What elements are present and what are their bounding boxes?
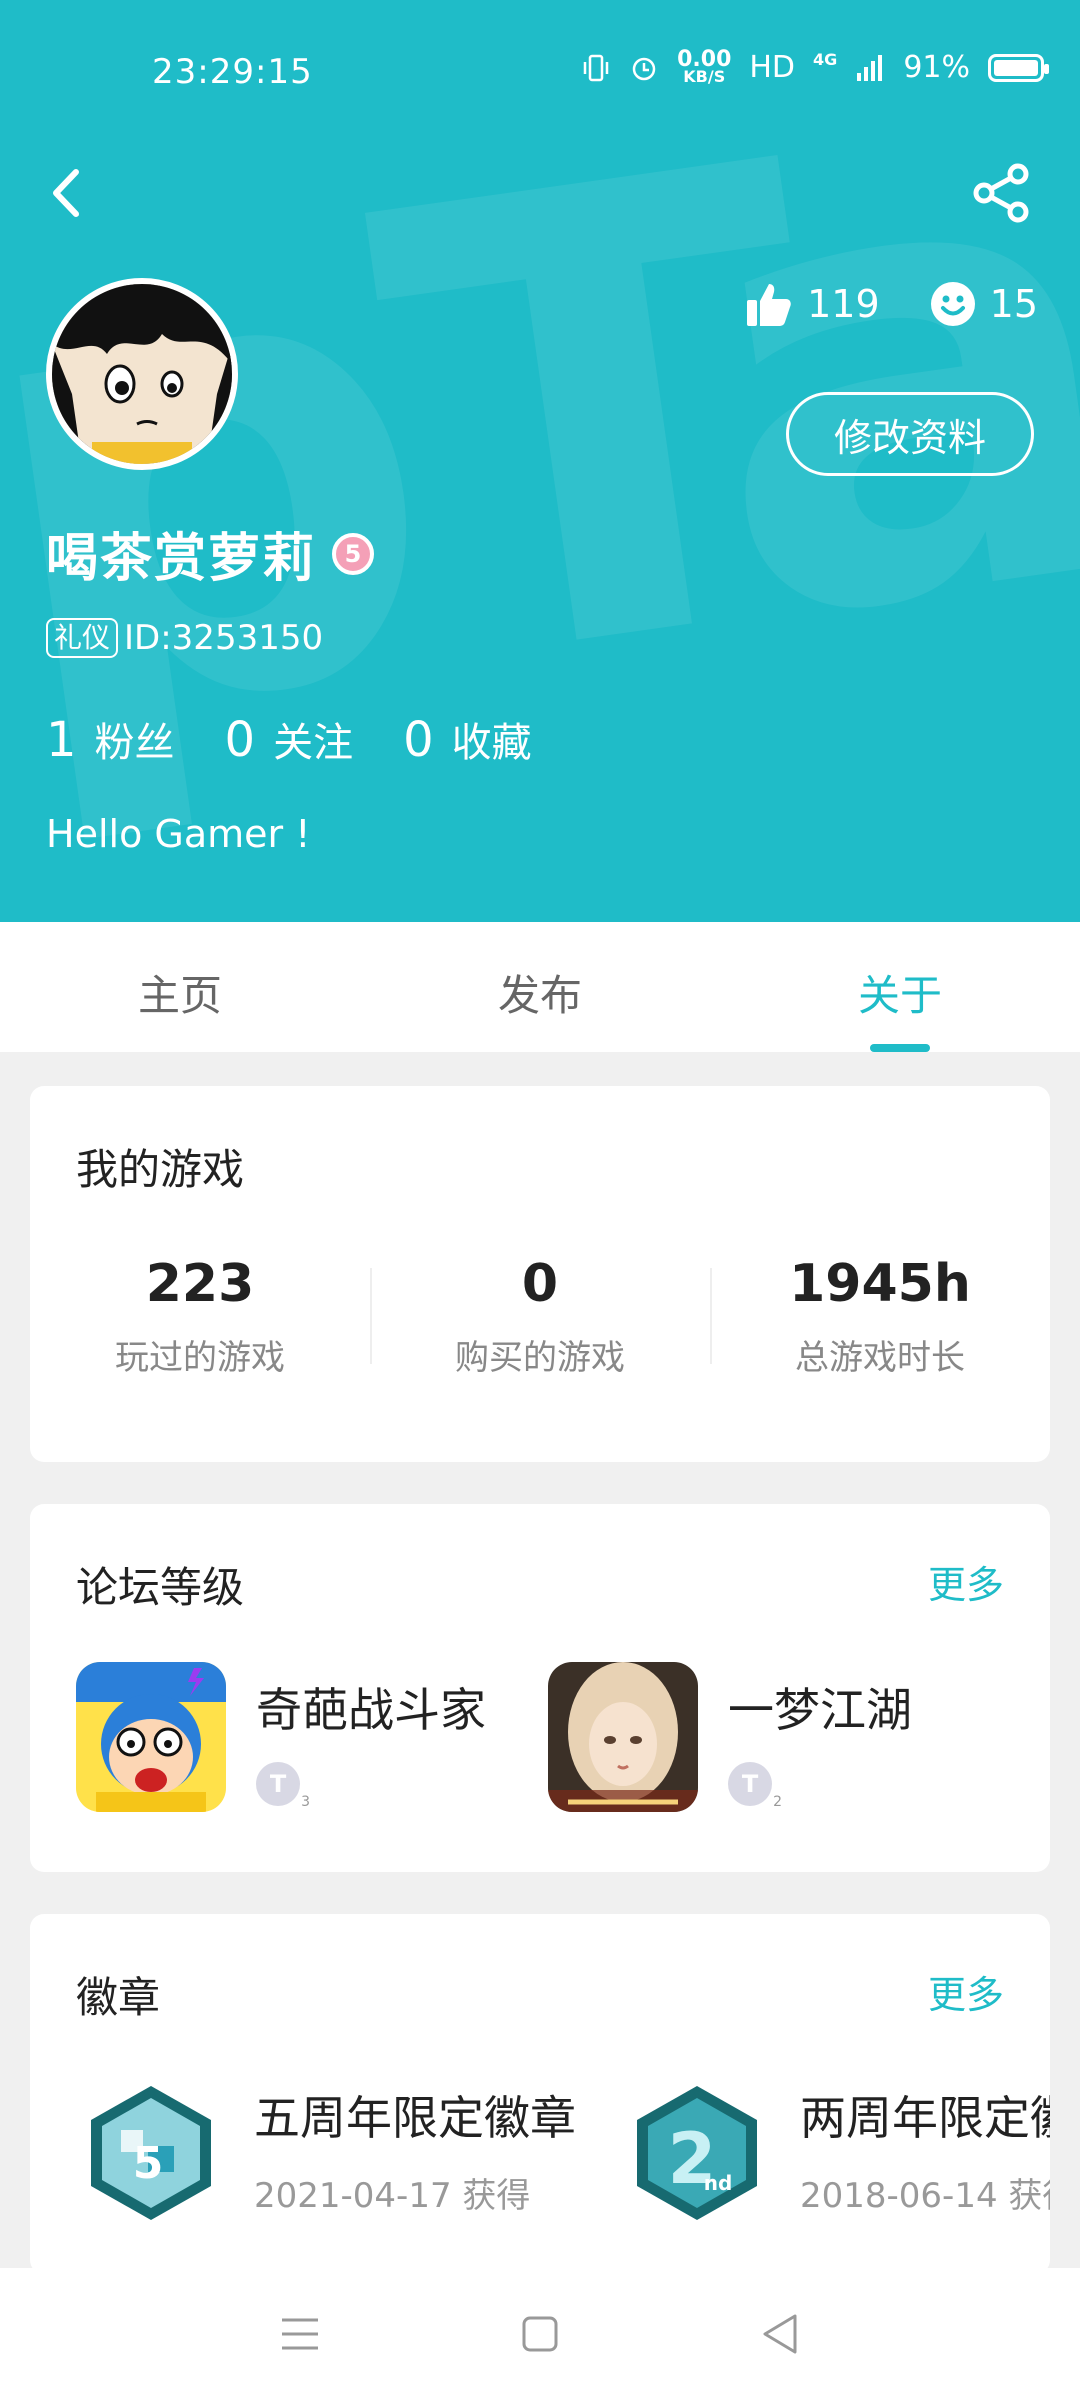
fans-stat[interactable]: 1 粉丝: [46, 710, 175, 768]
vibrate-icon: [583, 54, 609, 81]
profile-tabs: 主页 发布 关于: [0, 922, 1080, 1052]
tab-posts[interactable]: 发布: [360, 922, 720, 1052]
net-speed: 0.00 KB/S: [677, 46, 732, 86]
forum-level-card: 论坛等级 更多 奇葩战斗家 T 3 一梦江湖 T 2: [30, 1504, 1050, 1872]
name-row: 喝茶赏萝莉 5: [46, 516, 375, 591]
home-square-icon: [522, 2316, 558, 2352]
badge-date: 2018-06-14 获得: [800, 2176, 1050, 2216]
badge-name: 五周年限定徽章: [254, 2091, 576, 2145]
purchased-games-stat[interactable]: 0 购买的游戏: [370, 1254, 710, 1379]
fifth-anniversary-badge-icon: 5: [91, 2086, 211, 2220]
level-badge[interactable]: 5: [332, 532, 375, 575]
profile-reactions: 119 15: [745, 280, 1038, 328]
signal-icon: [857, 54, 883, 81]
playtime-stat[interactable]: 1945h 总游戏时长: [710, 1254, 1050, 1379]
profile-header: pTa 23:29:15 0.00 KB/S HD 4G 91% 119 15 …: [0, 0, 1080, 922]
likes-count: 119: [807, 282, 880, 326]
badge-item[interactable]: 2 nd 两周年限定徽章 2018-06-14 获得: [622, 2078, 1050, 2228]
forum-game-item[interactable]: 一梦江湖 T2: [548, 1662, 1020, 1812]
forum-game-name: 一梦江湖: [728, 1683, 912, 1737]
battery-percent: 91%: [903, 50, 970, 85]
forum-level-badge: T2: [728, 1762, 782, 1810]
back-button[interactable]: [750, 2304, 810, 2364]
badge-name: 两周年限定徽章: [800, 2091, 1050, 2145]
game-icon-yimeng: [548, 1662, 698, 1812]
hd-indicator: HD: [749, 50, 796, 85]
likes-stat[interactable]: 119: [745, 280, 880, 328]
avatar[interactable]: [46, 278, 238, 470]
forum-more-link[interactable]: 更多: [928, 1554, 1004, 1609]
badges-more-link[interactable]: 更多: [928, 1964, 1004, 2019]
network-type: 4G: [813, 50, 838, 69]
forum-level-badge: T3: [256, 1762, 310, 1810]
status-icons: 0.00 KB/S HD 4G 91%: [581, 46, 1049, 86]
game-icon-qipa: [76, 1662, 226, 1812]
forum-game-item[interactable]: 奇葩战斗家 T3: [76, 1662, 548, 1812]
menu-button[interactable]: [270, 2304, 330, 2364]
etiquette-tag[interactable]: 礼仪: [46, 618, 119, 658]
following-stat[interactable]: 0 关注: [225, 710, 354, 768]
menu-icon: [282, 2318, 318, 2350]
svg-text:nd: nd: [704, 2171, 733, 2195]
smiles-stat[interactable]: 15: [930, 281, 1038, 327]
back-triangle-icon: [763, 2314, 797, 2354]
second-anniversary-badge-icon: 2 nd: [637, 2086, 757, 2220]
edit-profile-button[interactable]: 修改资料: [786, 392, 1034, 476]
badge-date: 2021-04-17 获得: [254, 2176, 531, 2216]
status-time: 23:29:15: [152, 52, 313, 92]
tab-home[interactable]: 主页: [0, 922, 360, 1052]
home-button[interactable]: [510, 2304, 570, 2364]
system-nav-bar: [0, 2268, 1080, 2400]
username: 喝茶赏萝莉: [46, 529, 317, 589]
thumbs-up-icon: [747, 284, 791, 326]
badges-title: 徽章: [76, 1973, 161, 2022]
svg-text:5: 5: [133, 2138, 164, 2189]
badge-item[interactable]: 5 五周年限定徽章 2021-04-17 获得: [76, 2078, 622, 2228]
status-bar: 23:29:15 0.00 KB/S HD 4G 91%: [0, 44, 1080, 104]
id-row: 礼仪 ID:3253150: [46, 618, 323, 658]
follow-stats: 1 粉丝 0 关注 0 收藏: [46, 710, 532, 768]
played-games-stat[interactable]: 223 玩过的游戏: [30, 1254, 370, 1379]
smile-icon: [930, 282, 975, 326]
alarm-icon: [632, 57, 656, 80]
tab-about[interactable]: 关于: [720, 922, 1080, 1052]
back-arrow-icon[interactable]: [44, 160, 90, 226]
favorites-stat[interactable]: 0 收藏: [403, 710, 532, 768]
forum-level-title: 论坛等级: [76, 1563, 245, 1612]
forum-game-name: 奇葩战斗家: [256, 1683, 486, 1737]
my-games-title: 我的游戏: [76, 1145, 245, 1194]
user-id: ID:3253150: [124, 618, 324, 658]
smiles-count: 15: [989, 282, 1038, 326]
badges-card: 徽章 更多 5 五周年限定徽章 2021-04-17 获得 2 nd 两周年限定…: [30, 1914, 1050, 2274]
battery-icon: [988, 53, 1049, 82]
share-icon[interactable]: [970, 162, 1032, 224]
user-bio: Hello Gamer !: [46, 812, 311, 856]
my-games-card: 我的游戏 223 玩过的游戏 0 购买的游戏 1945h 总游戏时长: [30, 1086, 1050, 1462]
